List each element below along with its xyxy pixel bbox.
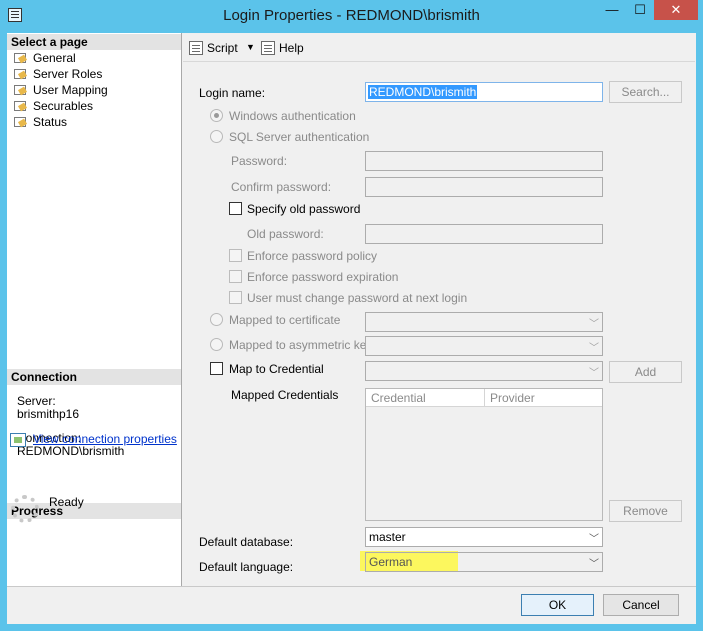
wrench-page-icon (13, 100, 27, 112)
remove-credential-button[interactable]: Remove (609, 500, 682, 522)
enforce-expiration-label: Enforce password expiration (247, 270, 399, 284)
credential-select[interactable]: ﹀ (365, 361, 603, 381)
map-to-credential-checkbox[interactable] (210, 362, 223, 375)
cancel-button[interactable]: Cancel (603, 594, 679, 616)
windows-auth-label: Windows authentication (229, 109, 356, 123)
add-credential-button[interactable]: Add (609, 361, 682, 383)
footer-separator (7, 586, 696, 587)
default-language-value: German (369, 555, 413, 569)
progress-status: Ready (49, 495, 84, 509)
mapped-certificate-label: Mapped to certificate (229, 313, 341, 327)
windows-auth-radio[interactable] (210, 109, 223, 122)
help-icon (261, 41, 275, 55)
login-name-input[interactable]: REDMOND\brismith (365, 82, 603, 102)
page-item-status[interactable]: Status (13, 114, 67, 130)
page-item-label: General (33, 51, 76, 65)
chevron-down-icon: ﹀ (589, 319, 599, 330)
enforce-expiration-checkbox[interactable] (229, 270, 242, 283)
sql-auth-label: SQL Server authentication (229, 130, 370, 144)
page-item-label: Status (33, 115, 68, 129)
confirm-password-label: Confirm password: (231, 180, 332, 194)
asymmetric-key-select[interactable]: ﹀ (365, 336, 603, 356)
connection-value: REDMOND\brismith (17, 444, 125, 458)
connection-properties-icon (10, 433, 26, 447)
connection-header: Connection (7, 369, 181, 385)
view-connection-properties-link[interactable]: View connection properties (33, 432, 177, 446)
login-name-label: Login name: (199, 86, 266, 100)
login-name-value: REDMOND\brismith (368, 85, 478, 99)
chevron-down-icon: ﹀ (589, 559, 599, 570)
server-value: brismithp16 (17, 407, 80, 421)
mapped-certificate-radio[interactable] (210, 313, 223, 326)
script-dropdown-arrow-icon[interactable]: ▼ (246, 42, 255, 52)
wrench-page-icon (13, 52, 27, 64)
page-item-user-mapping[interactable]: User Mapping (13, 82, 108, 98)
page-item-label: Server Roles (33, 67, 103, 81)
page-item-securables[interactable]: Securables (13, 98, 93, 114)
grid-header-credential[interactable]: Credential (366, 389, 485, 407)
confirm-password-input[interactable] (365, 177, 603, 197)
close-button[interactable]: ✕ (654, 0, 698, 20)
maximize-button[interactable]: ☐ (627, 0, 653, 20)
specify-old-password-checkbox[interactable] (229, 202, 242, 215)
help-button[interactable]: Help (261, 39, 304, 57)
chevron-down-icon: ﹀ (589, 368, 599, 379)
page-item-server-roles[interactable]: Server Roles (13, 66, 102, 82)
default-language-label: Default language: (199, 560, 294, 574)
old-password-input[interactable] (365, 224, 603, 244)
default-database-value: master (369, 530, 406, 544)
must-change-checkbox[interactable] (229, 291, 242, 304)
help-label: Help (279, 41, 304, 55)
progress-spinner-icon (11, 495, 39, 523)
script-label: Script (207, 41, 238, 55)
script-button[interactable]: Script (189, 39, 238, 57)
wrench-page-icon (13, 84, 27, 96)
default-database-select[interactable]: master ﹀ (365, 527, 603, 547)
chevron-down-icon: ﹀ (589, 534, 599, 545)
server-label: Server: (17, 394, 56, 408)
map-to-credential-label: Map to Credential (229, 362, 324, 376)
specify-old-password-label: Specify old password (247, 202, 361, 216)
script-icon (189, 41, 203, 55)
select-page-header: Select a page (7, 34, 181, 50)
default-language-select[interactable]: German ﹀ (365, 552, 603, 572)
mapped-credentials-grid[interactable]: Credential Provider (365, 388, 603, 521)
page-item-label: Securables (33, 99, 94, 113)
page-item-general[interactable]: General (13, 50, 76, 66)
mapped-credentials-label: Mapped Credentials (231, 388, 339, 402)
password-label: Password: (231, 154, 288, 168)
old-password-label: Old password: (247, 227, 324, 241)
search-button[interactable]: Search... (609, 81, 682, 103)
chevron-down-icon: ﹀ (589, 343, 599, 354)
mapped-asym-key-radio[interactable] (210, 338, 223, 351)
certificate-select[interactable]: ﹀ (365, 312, 603, 332)
enforce-policy-checkbox[interactable] (229, 249, 242, 262)
must-change-label: User must change password at next login (247, 291, 468, 305)
mapped-asym-key-label: Mapped to asymmetric key (229, 338, 373, 352)
default-database-label: Default database: (199, 535, 294, 549)
sql-auth-radio[interactable] (210, 130, 223, 143)
minimize-button[interactable]: — (598, 0, 626, 20)
wrench-page-icon (13, 116, 27, 128)
ok-button[interactable]: OK (521, 594, 594, 616)
password-input[interactable] (365, 151, 603, 171)
enforce-policy-label: Enforce password policy (247, 249, 378, 263)
wrench-page-icon (13, 68, 27, 80)
toolbar (183, 34, 695, 62)
page-item-label: User Mapping (33, 83, 108, 97)
grid-header-provider[interactable]: Provider (485, 389, 602, 407)
